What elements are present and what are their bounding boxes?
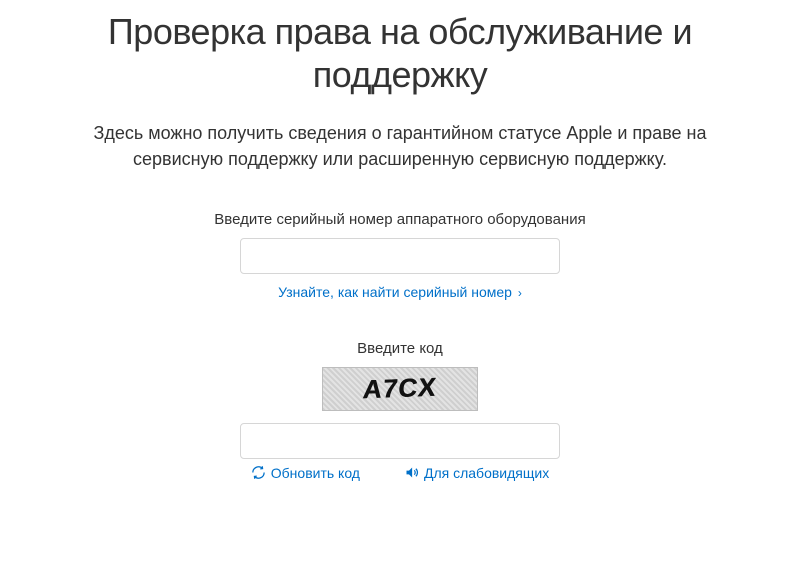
page-subtitle: Здесь можно получить сведения о гарантий…: [50, 120, 750, 172]
audio-icon: [404, 465, 419, 480]
audio-captcha-text: Для слабовидящих: [424, 465, 549, 481]
captcha-image: A7CX: [322, 367, 478, 411]
serial-form-group: Введите серийный номер аппаратного обору…: [50, 211, 750, 302]
page-title: Проверка права на обслуживание и поддерж…: [50, 10, 750, 96]
captcha-input[interactable]: [240, 423, 560, 459]
captcha-form-group: Введите код A7CX Обновить код Для слабов…: [50, 340, 750, 481]
captcha-image-text: A7CX: [362, 372, 439, 406]
find-serial-link-text: Узнайте, как найти серийный номер: [278, 284, 512, 300]
refresh-captcha-text: Обновить код: [271, 465, 360, 481]
serial-input[interactable]: [240, 238, 560, 274]
chevron-right-icon: ›: [518, 286, 522, 300]
audio-captcha-link[interactable]: Для слабовидящих: [404, 465, 549, 481]
find-serial-link[interactable]: Узнайте, как найти серийный номер ›: [278, 284, 522, 300]
captcha-label: Введите код: [50, 340, 750, 357]
main-container: Проверка права на обслуживание и поддерж…: [0, 0, 800, 481]
refresh-captcha-link[interactable]: Обновить код: [251, 465, 360, 481]
refresh-icon: [251, 465, 266, 480]
serial-label: Введите серийный номер аппаратного обору…: [50, 211, 750, 228]
captcha-actions: Обновить код Для слабовидящих: [240, 465, 560, 481]
